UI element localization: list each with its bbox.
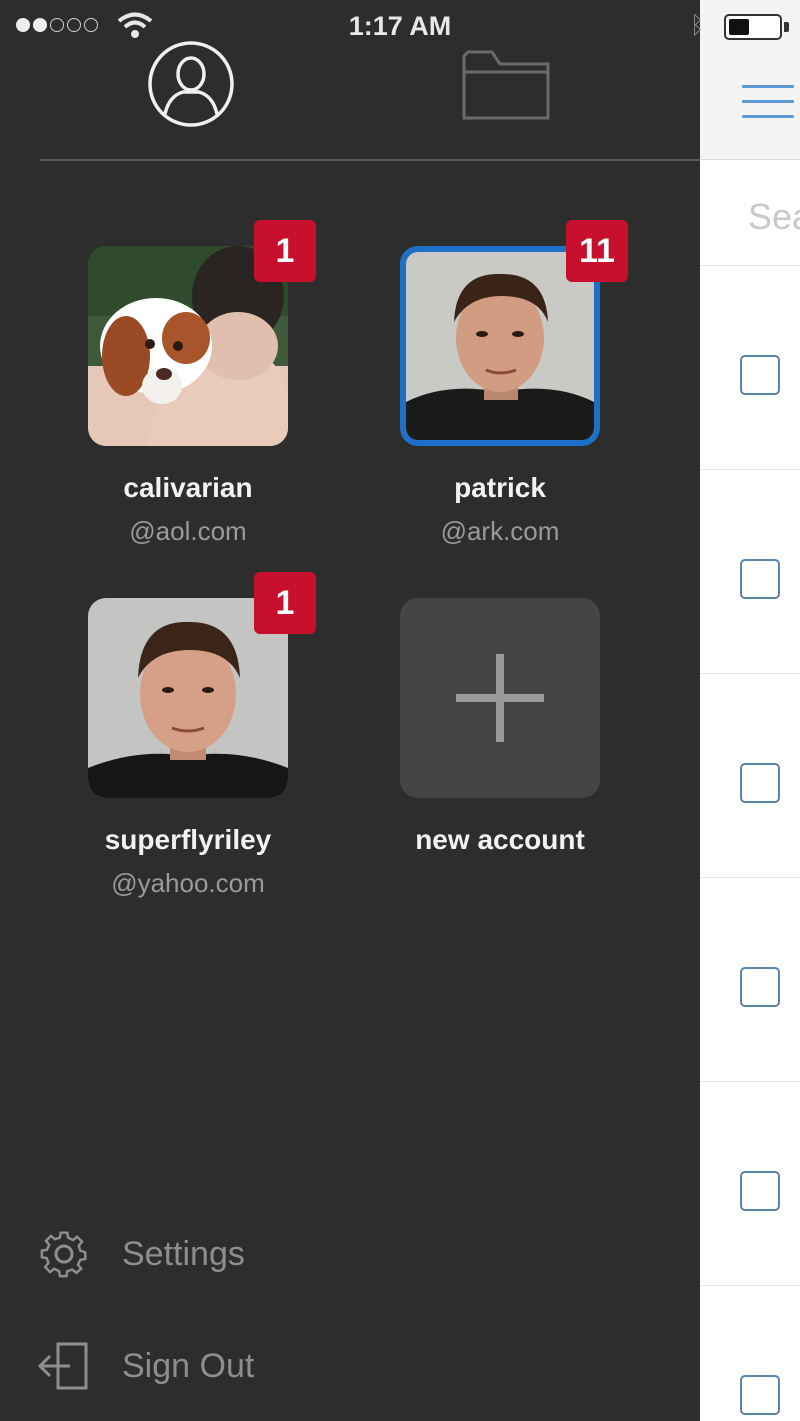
account-domain: @aol.com <box>129 516 247 546</box>
battery-nub <box>784 22 789 32</box>
gear-icon <box>40 1231 87 1278</box>
item-checkbox[interactable] <box>740 559 780 599</box>
battery-icon <box>724 14 782 40</box>
message-list-panel: Search <box>700 0 800 1421</box>
settings-menu-item[interactable]: Settings <box>36 1224 245 1284</box>
account-domain: @ark.com <box>440 516 560 546</box>
sign-out-icon <box>37 1342 88 1390</box>
unread-badge: 1 <box>254 572 316 634</box>
unread-badge: 11 <box>566 220 628 282</box>
menu-toggle-button[interactable] <box>742 85 794 121</box>
plus-icon-bar <box>456 694 544 702</box>
item-checkbox[interactable] <box>740 763 780 803</box>
hamburger-line <box>742 100 794 103</box>
item-checkbox[interactable] <box>740 1171 780 1211</box>
account-superflyriley[interactable]: 1 superflyriley @yahoo.com <box>68 572 316 899</box>
settings-label: Settings <box>122 1234 245 1273</box>
person-icon <box>148 41 234 127</box>
hamburger-line <box>742 85 794 88</box>
tab-folders[interactable] <box>460 46 552 124</box>
list-item[interactable] <box>700 1083 800 1286</box>
sign-out-menu-item[interactable]: Sign Out <box>36 1336 254 1396</box>
folder-icon <box>462 50 550 120</box>
bluetooth-icon: ᛒ <box>690 12 705 39</box>
account-name: superflyriley <box>104 824 272 855</box>
list-item[interactable] <box>700 1287 800 1421</box>
item-checkbox[interactable] <box>740 967 780 1007</box>
tabs-divider <box>40 159 700 161</box>
item-checkbox[interactable] <box>740 355 780 395</box>
list-item[interactable] <box>700 675 800 878</box>
account-patrick[interactable]: 11 patrick @ark.com <box>380 220 628 547</box>
status-bar: 1:17 AM ᛒ <box>0 0 800 52</box>
item-checkbox[interactable] <box>740 1375 780 1415</box>
hamburger-line <box>742 115 794 118</box>
account-domain: @yahoo.com <box>111 868 265 898</box>
list-item[interactable] <box>700 879 800 1082</box>
list-item[interactable] <box>700 471 800 674</box>
sign-out-label: Sign Out <box>122 1346 255 1385</box>
account-calivarian[interactable]: 1 calivarian @aol.com <box>68 220 316 547</box>
tab-profile[interactable] <box>147 40 235 128</box>
new-account-button[interactable]: new account <box>380 598 620 856</box>
unread-badge: 1 <box>254 220 316 282</box>
search-bar[interactable]: Search <box>700 160 800 266</box>
account-name: patrick <box>454 472 546 503</box>
new-account-label: new account <box>415 824 585 855</box>
search-placeholder[interactable]: Search <box>748 196 800 238</box>
status-time: 1:17 AM <box>348 11 452 41</box>
list-item[interactable] <box>700 267 800 470</box>
add-account-tile[interactable] <box>400 598 600 798</box>
account-name: calivarian <box>123 472 253 503</box>
